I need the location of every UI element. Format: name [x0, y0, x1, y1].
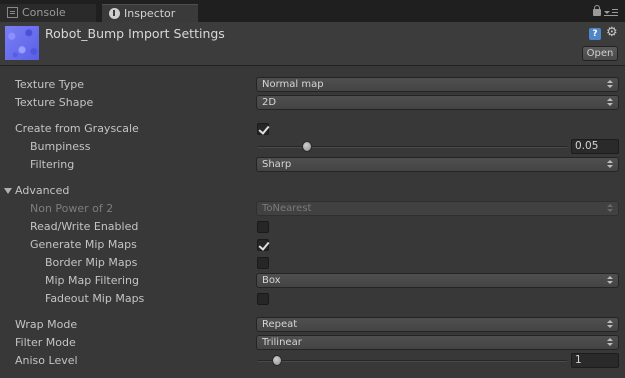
filter-mode-label: Filter Mode [15, 336, 76, 349]
filtering-value: Sharp [262, 159, 292, 170]
foldout-arrow-icon[interactable] [4, 188, 12, 194]
aniso-level-slider-track[interactable] [258, 360, 567, 362]
row-bumpiness: Bumpiness 0.05 [0, 138, 625, 156]
row-read-write-enabled: Read/Write Enabled [0, 218, 625, 236]
non-power-of-2-dropdown: ToNearest [256, 201, 619, 216]
row-filter-mode: Filter Mode Trilinear [0, 334, 625, 352]
inspector-header: Robot_Bump Import Settings ? ⚙ Open [0, 22, 625, 66]
texture-shape-dropdown[interactable]: 2D [256, 95, 619, 110]
texture-shape-label: Texture Shape [15, 96, 94, 109]
wrap-mode-value: Repeat [262, 319, 298, 330]
texture-type-label: Texture Type [15, 78, 85, 91]
wrap-mode-dropdown[interactable]: Repeat [256, 317, 619, 332]
dropdown-arrows-icon [607, 204, 613, 213]
aniso-level-slider-thumb[interactable] [272, 355, 283, 366]
non-power-of-2-value: ToNearest [262, 203, 312, 214]
row-border-mip-maps: Border Mip Maps [0, 254, 625, 272]
row-filtering: Filtering Sharp [0, 156, 625, 174]
wrap-mode-label: Wrap Mode [15, 318, 78, 331]
fadeout-mip-maps-checkbox[interactable] [257, 293, 269, 305]
generate-mip-maps-checkbox[interactable] [257, 239, 269, 251]
dropdown-arrows-icon [607, 320, 613, 329]
tab-bar: Console Inspector [0, 0, 625, 22]
row-generate-mip-maps: Generate Mip Maps [0, 236, 625, 254]
dropdown-arrows-icon [607, 276, 613, 285]
console-icon [7, 7, 18, 18]
row-create-from-grayscale: Create from Grayscale [0, 120, 625, 138]
bumpiness-field[interactable]: 0.05 [571, 139, 619, 154]
filter-mode-dropdown[interactable]: Trilinear [256, 335, 619, 350]
texture-type-dropdown[interactable]: Normal map [256, 77, 619, 92]
tab-menu-icon[interactable] [604, 9, 618, 19]
tab-inspector[interactable]: Inspector [102, 4, 198, 22]
mip-map-filtering-value: Box [262, 275, 281, 286]
border-mip-maps-label: Border Mip Maps [45, 256, 138, 269]
aniso-level-field[interactable]: 1 [571, 353, 619, 368]
create-from-grayscale-checkbox[interactable] [257, 123, 269, 135]
advanced-foldout[interactable]: Advanced [0, 182, 625, 200]
gear-icon[interactable]: ⚙ [606, 26, 618, 40]
row-aniso-level: Aniso Level 1 [0, 352, 625, 370]
page-title: Robot_Bump Import Settings [45, 26, 225, 41]
dropdown-arrows-icon [607, 98, 613, 107]
row-mip-map-filtering: Mip Map Filtering Box [0, 272, 625, 290]
mip-map-filtering-dropdown[interactable]: Box [256, 273, 619, 288]
tab-inspector-label: Inspector [124, 7, 176, 20]
fadeout-mip-maps-label: Fadeout Mip Maps [45, 292, 145, 305]
row-fadeout-mip-maps: Fadeout Mip Maps [0, 290, 625, 308]
aniso-level-label: Aniso Level [15, 354, 78, 367]
read-write-enabled-checkbox[interactable] [257, 221, 269, 233]
advanced-label: Advanced [15, 184, 70, 197]
border-mip-maps-checkbox[interactable] [257, 257, 269, 269]
help-icon[interactable]: ? [589, 28, 601, 40]
filtering-dropdown[interactable]: Sharp [256, 157, 619, 172]
row-texture-shape: Texture Shape 2D [0, 94, 625, 112]
dropdown-arrows-icon [607, 338, 613, 347]
texture-type-value: Normal map [262, 79, 324, 90]
filter-mode-value: Trilinear [262, 337, 302, 348]
create-from-grayscale-label: Create from Grayscale [15, 122, 139, 135]
mip-map-filtering-label: Mip Map Filtering [45, 274, 139, 287]
row-texture-type: Texture Type Normal map [0, 76, 625, 94]
tab-console-label: Console [22, 6, 66, 19]
bumpiness-label: Bumpiness [30, 140, 91, 153]
bumpiness-slider-thumb[interactable] [302, 141, 313, 152]
row-non-power-of-2: Non Power of 2 ToNearest [0, 200, 625, 218]
texture-shape-value: 2D [262, 97, 277, 108]
read-write-enabled-label: Read/Write Enabled [30, 220, 139, 233]
dropdown-arrows-icon [607, 160, 613, 169]
row-wrap-mode: Wrap Mode Repeat [0, 316, 625, 334]
non-power-of-2-label: Non Power of 2 [30, 202, 114, 215]
lock-icon[interactable] [593, 5, 601, 16]
generate-mip-maps-label: Generate Mip Maps [30, 238, 137, 251]
filtering-label: Filtering [30, 158, 75, 171]
texture-thumbnail [5, 26, 39, 60]
dropdown-arrows-icon [607, 80, 613, 89]
inspector-info-icon [109, 8, 120, 19]
tab-console[interactable]: Console [0, 4, 96, 22]
open-button[interactable]: Open [582, 46, 618, 61]
